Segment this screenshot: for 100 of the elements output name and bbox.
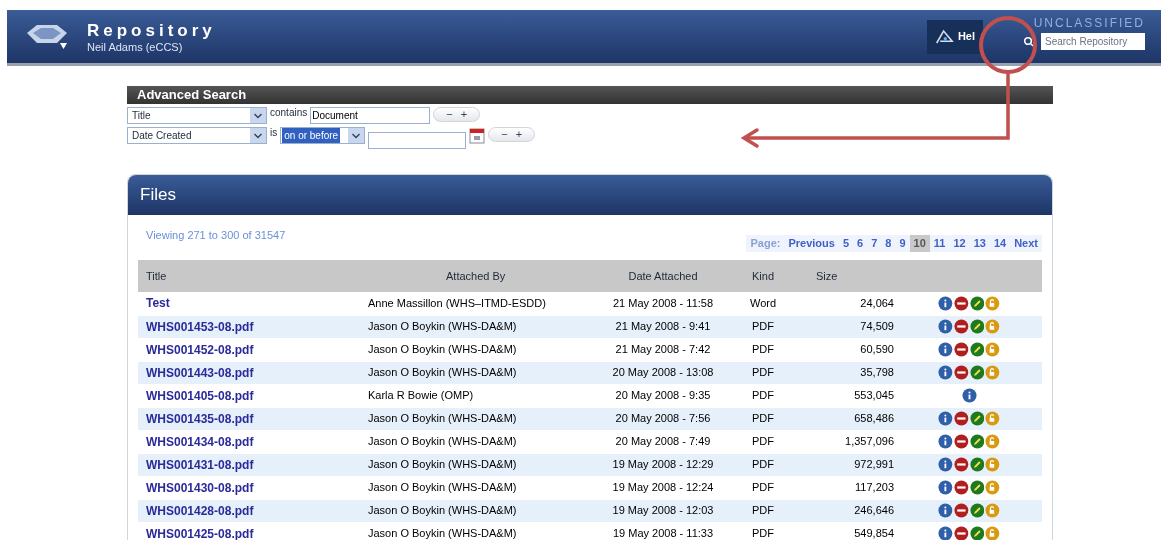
minus-circle-icon[interactable] (953, 503, 969, 518)
attached-by: Jason O Boykin (WHS-DA&M) (368, 320, 517, 333)
file-link[interactable]: WHS001443-08.pdf (146, 365, 254, 380)
file-link[interactable]: WHS001425-08.pdf (146, 526, 254, 540)
plus-button[interactable]: + (460, 109, 468, 120)
page-link[interactable]: 10 (909, 235, 930, 252)
minus-circle-icon[interactable] (953, 480, 969, 495)
file-size: 60,590 (860, 343, 894, 356)
operator-label: contains (270, 107, 308, 119)
value-field[interactable]: Document (310, 107, 431, 124)
page-link[interactable]: 9 (895, 235, 910, 252)
next-link[interactable]: Next (1010, 235, 1042, 252)
select-field[interactable]: Date Created (127, 127, 267, 144)
info-icon[interactable] (938, 526, 953, 540)
file-link[interactable]: WHS001431-08.pdf (146, 457, 254, 472)
page-link[interactable]: 12 (949, 235, 970, 252)
info-icon[interactable] (938, 457, 953, 472)
page-link[interactable]: 8 (881, 235, 896, 252)
file-link[interactable]: WHS001435-08.pdf (146, 411, 254, 426)
section-header: Advanced Search (127, 86, 1053, 104)
page-label: Page: (749, 236, 782, 251)
classification-label: UNCLASSIFIED (1033, 15, 1145, 31)
page-link[interactable]: 7 (867, 235, 882, 252)
page-link[interactable]: 5 (838, 235, 853, 252)
info-icon[interactable] (938, 434, 953, 449)
minus-circle-icon[interactable] (953, 319, 969, 334)
file-link[interactable]: WHS001428-08.pdf (146, 503, 254, 518)
minus-circle-icon[interactable] (953, 365, 969, 380)
attached-by: Jason O Boykin (WHS-DA&M) (368, 435, 517, 448)
plus-button[interactable]: + (515, 129, 523, 140)
page-link[interactable]: 6 (853, 235, 868, 252)
attached-by: Jason O Boykin (WHS-DA&M) (368, 458, 517, 471)
pencil-icon[interactable] (969, 480, 985, 495)
minus-circle-icon[interactable] (953, 342, 969, 357)
info-icon[interactable] (938, 295, 953, 311)
page-link[interactable]: 14 (989, 235, 1011, 252)
calendar-icon[interactable] (469, 127, 486, 144)
info-icon[interactable] (938, 365, 953, 380)
select-field[interactable]: Title (127, 107, 267, 124)
pencil-icon[interactable] (969, 526, 985, 540)
pencil-icon[interactable] (969, 411, 985, 426)
column-header[interactable]: Attached By (368, 260, 598, 292)
minus-circle-icon[interactable] (953, 434, 969, 449)
attached-by: Jason O Boykin (WHS-DA&M) (368, 366, 517, 379)
pencil-icon[interactable] (969, 503, 985, 518)
app-title: Repository (87, 20, 216, 41)
pencil-icon[interactable] (969, 365, 985, 380)
file-link[interactable]: Test (146, 296, 170, 311)
file-link[interactable]: WHS001405-08.pdf (146, 388, 254, 403)
attached-by: Karla R Bowie (OMP) (368, 389, 474, 402)
operator-label: is (270, 127, 278, 139)
info-icon[interactable] (938, 480, 953, 495)
info-icon[interactable] (938, 503, 953, 518)
file-kind: PDF (752, 435, 774, 448)
info-icon[interactable] (938, 319, 953, 334)
file-kind: PDF (752, 527, 774, 540)
column-header[interactable]: Date Attached (598, 260, 728, 292)
pencil-icon[interactable] (969, 342, 985, 357)
file-link[interactable]: WHS001452-08.pdf (146, 342, 254, 357)
file-link[interactable]: WHS001453-08.pdf (146, 319, 254, 334)
info-icon[interactable] (938, 411, 953, 426)
info-icon[interactable] (961, 388, 977, 403)
file-kind: PDF (752, 481, 774, 494)
date-attached: 20 May 2008 - 7:49 (615, 435, 711, 448)
pencil-icon[interactable] (969, 457, 985, 472)
previous-link[interactable]: Previous (784, 235, 839, 252)
date-attached: 20 May 2008 - 13:08 (612, 366, 714, 379)
search-field[interactable]: Search Repository (1041, 33, 1145, 50)
file-kind: Word (749, 297, 777, 309)
file-link[interactable]: WHS001430-08.pdf (146, 480, 254, 495)
caret-icon (250, 128, 266, 143)
help-button[interactable]: Hel (927, 19, 983, 54)
file-kind: PDF (752, 504, 774, 517)
column-header[interactable]: Size (798, 260, 898, 292)
page-link[interactable]: 13 (969, 235, 990, 252)
help-logo-icon (935, 27, 954, 46)
date-attached: 21 May 2008 - 9:41 (615, 320, 711, 333)
minus-button[interactable]: − (501, 129, 508, 140)
date-attached: 21 May 2008 - 11:58 (612, 297, 714, 309)
file-link[interactable]: WHS001434-08.pdf (146, 434, 254, 449)
caret-icon (250, 108, 266, 123)
select-field[interactable]: on or before (280, 127, 366, 144)
file-kind: PDF (752, 366, 774, 379)
minus-circle-icon[interactable] (953, 457, 969, 472)
file-kind: PDF (752, 320, 774, 333)
file-size: 549,854 (854, 527, 894, 540)
column-header[interactable]: Title (138, 260, 368, 292)
page-link[interactable]: 11 (929, 235, 950, 252)
viewing-count: Viewing 271 to 300 of 31547 (146, 228, 286, 243)
date-field[interactable] (368, 132, 467, 149)
pencil-icon[interactable] (969, 319, 985, 334)
column-header[interactable]: Kind (728, 260, 798, 292)
file-kind: PDF (752, 389, 774, 402)
info-icon[interactable] (938, 342, 953, 357)
file-size: 658,486 (854, 412, 894, 425)
pencil-icon[interactable] (969, 295, 985, 311)
minus-circle-icon[interactable] (953, 411, 969, 426)
minus-button[interactable]: − (446, 109, 453, 120)
minus-circle-icon[interactable] (953, 295, 969, 311)
pencil-icon[interactable] (969, 434, 985, 449)
